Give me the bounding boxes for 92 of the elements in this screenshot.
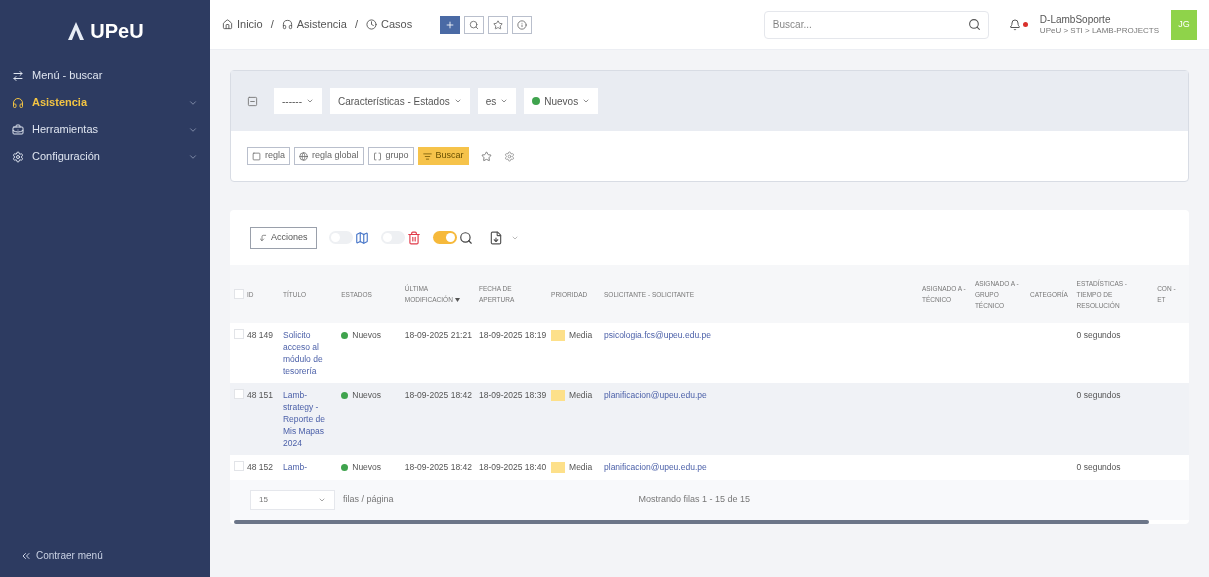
add-rule-button[interactable]: regla global <box>294 147 364 165</box>
globe-icon <box>299 151 308 161</box>
case-title-link[interactable]: Lamb-strategy - Reporte de Mis Mapas 2024 <box>282 389 338 449</box>
arrows-icon <box>12 69 24 82</box>
user-name: D-LambSoporte <box>1039 13 1112 25</box>
sidebar-item[interactable]: Configuración <box>0 143 210 170</box>
requester-email-link[interactable]: planificacion@upeu.edu.pe <box>604 462 707 472</box>
table-cell: 18-09-2025 18:19 <box>479 330 547 340</box>
criteria-dropdown[interactable]: ------ <box>274 88 322 114</box>
info-button[interactable] <box>512 15 533 34</box>
add-rule-button[interactable]: regla <box>247 147 290 165</box>
status-label: Nuevos <box>352 461 382 474</box>
search-icon[interactable] <box>458 230 473 245</box>
case-title-link[interactable]: Lamb- <box>282 461 338 473</box>
filter-icon <box>422 151 432 161</box>
table-cell: 48 152 <box>246 462 273 472</box>
pagination-summary: Mostrando filas 1 - 15 de 15 <box>638 493 751 506</box>
breadcrumb-link[interactable]: Casos <box>380 16 413 33</box>
horizontal-scrollbar[interactable] <box>234 519 1149 524</box>
add-button[interactable] <box>440 15 461 34</box>
sort-icon <box>454 298 460 303</box>
criteria-dropdown[interactable]: Nuevos <box>524 88 599 114</box>
headset-icon <box>281 19 293 30</box>
bell-icon <box>1008 18 1021 31</box>
gear-icon <box>12 150 24 163</box>
export-file-icon[interactable] <box>488 230 503 245</box>
user-organization: UPeU > STI > LAMB-PROJECTS <box>1039 25 1159 36</box>
caret-icon <box>453 97 462 105</box>
logo-icon <box>66 21 87 41</box>
briefcase-icon <box>12 123 24 136</box>
page-size-select[interactable]: 15 <box>250 489 335 510</box>
table-cell: 48 149 <box>246 330 273 340</box>
sidebar-item[interactable]: Herramientas <box>0 116 210 143</box>
table-cell: 18-09-2025 18:42 <box>404 390 472 400</box>
table-cell: 18-09-2025 18:42 <box>404 462 472 472</box>
select-all-checkbox[interactable] <box>234 289 244 299</box>
sidebar-item[interactable]: Menú - buscar <box>0 62 210 89</box>
info-icon <box>517 19 528 30</box>
breadcrumb-separator: / <box>354 17 358 33</box>
criteria-dropdown[interactable]: Características - Estados <box>330 88 470 114</box>
brackets-icon <box>372 151 382 161</box>
caret-icon <box>500 97 509 105</box>
caret-icon <box>582 97 591 105</box>
search-icon <box>967 17 981 31</box>
breadcrumb-link[interactable]: Asistencia <box>296 16 347 33</box>
requester-email-link[interactable]: psicologia.fcs@upeu.edu.pe <box>604 330 711 340</box>
plus-icon <box>445 19 456 30</box>
case-title-link[interactable]: Solicito acceso al módulo de tesorería <box>282 329 338 377</box>
notification-bell[interactable] <box>1008 18 1028 31</box>
collapse-menu-button[interactable]: Contraer menú <box>0 548 210 577</box>
breadcrumb-separator: / <box>270 17 274 33</box>
trash-icon[interactable] <box>406 230 421 245</box>
table-cell: 0 segundos <box>1076 390 1121 400</box>
star-icon[interactable] <box>480 150 492 162</box>
requester-email-link[interactable]: planificacion@upeu.edu.pe <box>604 390 707 400</box>
table-cell: 0 segundos <box>1076 330 1121 340</box>
priority-label: Media <box>569 461 593 474</box>
table-cell: 0 segundos <box>1076 462 1121 472</box>
map-icon[interactable] <box>354 230 369 245</box>
headset-icon <box>12 96 24 109</box>
priority-label: Media <box>569 389 593 402</box>
status-label: Nuevos <box>352 389 382 402</box>
table-cell: 18-09-2025 18:39 <box>479 390 547 400</box>
sidebar-item[interactable]: Asistencia <box>0 89 210 116</box>
clock-icon <box>365 19 377 30</box>
page-size-label: filas / página <box>343 493 394 506</box>
priority-label: Media <box>569 329 593 342</box>
row-checkbox[interactable] <box>234 329 244 339</box>
table-cell: 48 151 <box>246 390 273 400</box>
arrow-icon <box>259 233 267 242</box>
search-icon <box>469 19 480 30</box>
search-field[interactable]: Buscar... <box>763 10 989 39</box>
status-label: Nuevos <box>352 329 382 342</box>
table-cell: 18-09-2025 21:21 <box>404 330 472 340</box>
search-button[interactable] <box>464 15 485 34</box>
table-cell: 18-09-2025 18:40 <box>479 462 547 472</box>
logo-text: UPeU <box>90 19 144 44</box>
row-checkbox[interactable] <box>234 389 244 399</box>
favorite-button[interactable] <box>488 15 509 34</box>
collapse-icon[interactable] <box>247 95 258 107</box>
star-icon <box>493 19 504 30</box>
add-rule-button[interactable]: grupo <box>367 147 414 165</box>
criteria-dropdown[interactable]: es <box>477 88 517 114</box>
breadcrumb-link[interactable]: Inicio <box>237 16 263 33</box>
actions-button[interactable]: Acciones <box>250 226 317 249</box>
settings-icon[interactable] <box>503 150 515 162</box>
search-button[interactable]: Buscar <box>417 147 469 165</box>
caret-icon <box>306 97 314 105</box>
square-icon <box>252 151 261 161</box>
toggle-switch[interactable] <box>432 231 457 244</box>
row-checkbox[interactable] <box>234 461 244 471</box>
home-icon <box>222 19 233 30</box>
